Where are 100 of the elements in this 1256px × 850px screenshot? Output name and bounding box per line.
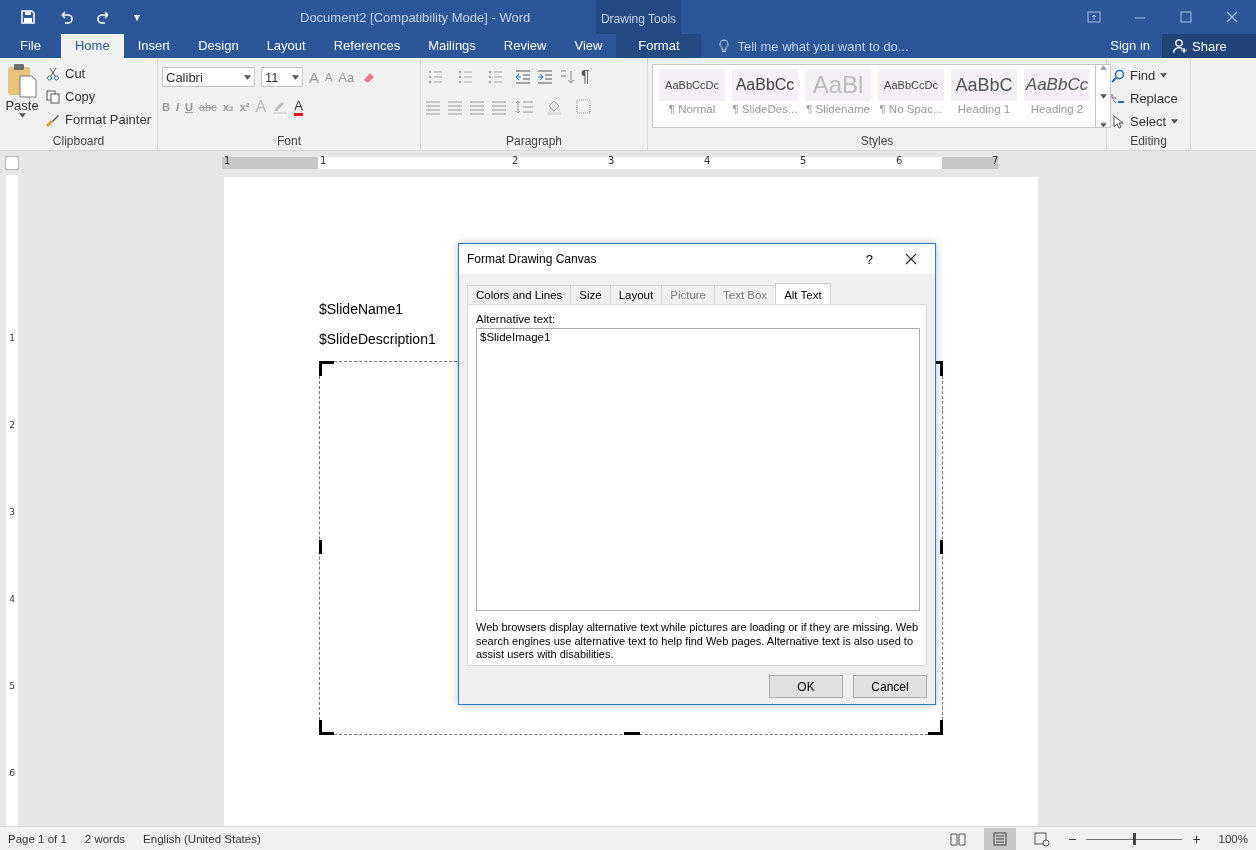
close-icon[interactable] (905, 253, 917, 265)
help-button[interactable]: ? (865, 251, 873, 267)
scroll-up-icon[interactable] (1099, 65, 1107, 70)
ruler-number: 5 (800, 155, 807, 166)
ribbon-tab[interactable]: Mailings (414, 34, 490, 58)
page-count[interactable]: Page 1 of 1 (8, 832, 67, 845)
file-tab[interactable]: File (0, 34, 61, 58)
more-styles-icon[interactable] (1099, 122, 1107, 127)
group-label: Editing (1129, 134, 1168, 150)
replace-icon (1111, 91, 1125, 106)
resize-handle[interactable] (928, 720, 943, 735)
page-icon (992, 830, 1009, 847)
ruler-number: 1 (9, 333, 15, 344)
caret-icon (1160, 73, 1168, 78)
undo-icon[interactable] (58, 9, 74, 25)
ribbon-tab[interactable]: References (319, 34, 415, 58)
caret-icon (292, 74, 299, 80)
web-layout-icon[interactable] (1034, 830, 1051, 847)
scroll-down-icon[interactable] (1099, 93, 1107, 99)
paintbrush-icon (46, 112, 60, 127)
ruler-number: 3 (608, 155, 615, 166)
font-size-dropdown[interactable]: 11 (261, 67, 303, 87)
editing-command[interactable]: Find (1111, 66, 1186, 85)
lightbulb-icon (717, 39, 732, 53)
document-text: $SlideName1 (319, 301, 404, 317)
resize-handle[interactable] (624, 732, 640, 735)
ribbon-tab[interactable]: Review (489, 34, 561, 58)
tab-selector[interactable] (5, 156, 19, 170)
ruler-number: 6 (896, 155, 903, 166)
save-icon[interactable] (20, 9, 36, 25)
align-icon[interactable] (491, 99, 507, 115)
sort-icon[interactable] (559, 69, 575, 85)
resize-handle[interactable] (319, 361, 334, 376)
align-icon[interactable] (469, 99, 485, 115)
sign-in-link[interactable]: Sign in (1098, 34, 1162, 58)
caret-icon (244, 74, 251, 80)
maximize-icon[interactable] (1178, 9, 1194, 25)
document-text: $SlideDescription1 (319, 331, 436, 347)
resize-handle[interactable] (319, 540, 322, 554)
share-button[interactable]: Share (1162, 34, 1256, 58)
dialog-tab[interactable]: Alt Text (775, 283, 831, 304)
zoom-percent[interactable]: 100% (1218, 832, 1248, 845)
customize-toolbar-button[interactable]: ▾ (134, 10, 141, 24)
align-icon[interactable] (447, 99, 463, 115)
ruler-number: 7 (992, 155, 999, 166)
alt-text-field[interactable]: $SlideImage1 (476, 328, 920, 612)
ribbon-tab[interactable]: Home (60, 34, 124, 58)
language-indicator[interactable]: English (United States) (143, 832, 261, 845)
print-layout-button[interactable] (984, 827, 1017, 850)
resize-handle[interactable] (940, 540, 943, 554)
editing-command[interactable]: Replace (1111, 89, 1186, 108)
ruler-number: 4 (9, 593, 15, 604)
group-label: Font (276, 134, 302, 150)
ruler-number: 1 (224, 155, 231, 166)
show-marks-button[interactable]: ¶ (581, 68, 590, 86)
book-icon[interactable] (950, 830, 967, 847)
align-icon[interactable] (425, 99, 441, 115)
cursor-icon (1111, 114, 1125, 129)
resize-handle[interactable] (319, 720, 334, 735)
zoom-out-button[interactable]: − (1068, 830, 1077, 847)
redo-icon[interactable] (96, 9, 112, 25)
ruler-number: 2 (9, 420, 15, 431)
group-label: Styles (859, 134, 895, 150)
editing-command[interactable]: Select (1111, 112, 1186, 131)
person-plus-icon (1172, 38, 1188, 54)
ruler-number: 5 (9, 680, 15, 691)
decrease-indent-icon[interactable] (515, 69, 531, 85)
scissors-icon (46, 66, 60, 81)
ribbon-tab[interactable]: Layout (252, 34, 320, 58)
highlighter-icon[interactable] (272, 99, 289, 115)
ruler-number: 2 (512, 155, 519, 166)
paste-button[interactable]: Paste (4, 62, 40, 134)
clipboard-command[interactable]: Format Painter (46, 110, 151, 129)
ribbon-display-icon[interactable] (1086, 9, 1102, 25)
clipboard-command[interactable]: Copy (46, 87, 151, 106)
field-label: Alternative text: (476, 313, 557, 325)
dialog-button[interactable]: Cancel (853, 675, 927, 698)
increase-indent-icon[interactable] (537, 69, 553, 85)
font-name-dropdown[interactable]: Calibri (162, 67, 255, 87)
ruler-number: 3 (9, 507, 15, 518)
font-color-button[interactable]: A (294, 98, 303, 116)
ribbon-tab[interactable]: Insert (123, 34, 185, 58)
gallery-scrollbar[interactable] (1095, 65, 1110, 127)
help-text: Web browsers display alternative text while pictures are loading or if they are missing. Web search engines use alternative text to help find Web pages. Alternative text is also used to assist users with disabilities. (476, 621, 920, 661)
dialog-button[interactable]: OK (769, 675, 843, 698)
clipboard-icon (6, 62, 38, 98)
share-label: Share (1192, 38, 1227, 54)
word-count[interactable]: 2 words (84, 832, 126, 845)
ruler-number: 4 (704, 155, 711, 166)
zoom-in-button[interactable]: + (1192, 830, 1201, 847)
ribbon-tab[interactable]: Design (184, 34, 253, 58)
search-icon (1111, 68, 1125, 83)
ribbon-tab[interactable]: Format (616, 34, 702, 58)
zoom-thumb[interactable] (1133, 832, 1137, 845)
ruler-number: 1 (320, 155, 327, 166)
tell-me-field[interactable]: Tell me what you want to do... (735, 37, 990, 55)
group-label: Paragraph (504, 134, 563, 150)
caret-icon (18, 113, 26, 118)
clipboard-command[interactable]: Cut (46, 64, 151, 83)
copy-icon (46, 89, 60, 104)
